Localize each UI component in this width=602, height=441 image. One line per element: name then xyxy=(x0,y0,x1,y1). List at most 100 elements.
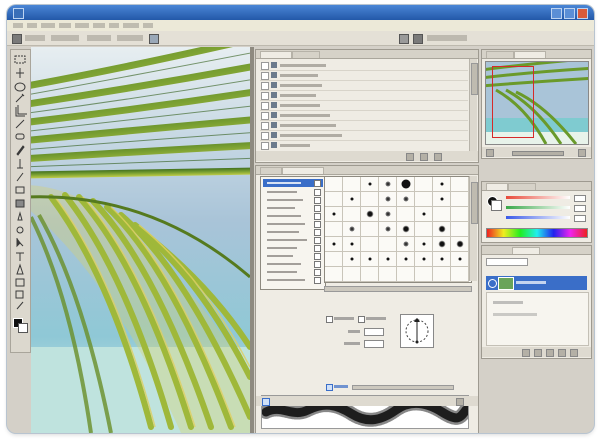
workspace-icon[interactable] xyxy=(399,34,409,44)
layer-row[interactable] xyxy=(493,301,523,304)
brush-tip-cell[interactable] xyxy=(343,192,361,207)
lock-checkbox[interactable] xyxy=(314,221,321,228)
history-checkbox[interactable] xyxy=(261,92,269,100)
zoom-slider[interactable] xyxy=(512,151,564,156)
angle-field[interactable] xyxy=(364,328,384,336)
green-slider[interactable] xyxy=(506,206,570,209)
mode-select[interactable] xyxy=(51,35,79,41)
brush-size-picker[interactable] xyxy=(25,35,45,41)
airbrush-icon[interactable] xyxy=(149,34,159,44)
brush-tip-cell[interactable] xyxy=(343,177,361,192)
lock-checkbox[interactable] xyxy=(314,277,321,284)
flow-field[interactable] xyxy=(117,35,143,41)
palette-well[interactable] xyxy=(427,35,467,41)
brush-tip-cell[interactable] xyxy=(451,192,469,207)
brush-preset-icon[interactable] xyxy=(262,398,270,406)
brush-tip-cell[interactable] xyxy=(325,237,343,252)
lock-checkbox[interactable] xyxy=(314,237,321,244)
brush-tip-cell[interactable] xyxy=(361,177,379,192)
brush-tip-cell[interactable] xyxy=(379,222,397,237)
brush-tip-cell[interactable] xyxy=(433,222,451,237)
lasso-icon[interactable] xyxy=(14,82,26,92)
tab-brushes[interactable] xyxy=(282,167,324,174)
fx-icon[interactable] xyxy=(534,349,542,357)
brush-tip-cell[interactable] xyxy=(397,207,415,222)
path-select-icon[interactable] xyxy=(16,238,24,248)
brush-preset-item[interactable] xyxy=(263,260,323,268)
lock-checkbox[interactable] xyxy=(314,253,321,260)
blue-slider[interactable] xyxy=(506,216,570,219)
brush-tip-cell[interactable] xyxy=(325,252,343,267)
brush-preset-item[interactable] xyxy=(263,228,323,236)
brush-tip-cell[interactable] xyxy=(361,222,379,237)
maximize-icon[interactable] xyxy=(564,8,575,19)
eraser-icon[interactable] xyxy=(15,186,25,194)
lock-checkbox[interactable] xyxy=(314,213,321,220)
layer-row[interactable] xyxy=(493,313,537,316)
brush-preset-item[interactable] xyxy=(263,204,323,212)
lock-checkbox[interactable] xyxy=(314,261,321,268)
type-icon[interactable] xyxy=(16,252,24,261)
lock-checkbox[interactable] xyxy=(314,189,321,196)
brush-tip-cell[interactable] xyxy=(343,207,361,222)
red-slider[interactable] xyxy=(506,196,570,199)
menu-image[interactable] xyxy=(41,23,55,28)
brush-tip-cell[interactable] xyxy=(361,267,379,282)
tab-info[interactable] xyxy=(514,51,546,58)
brush-tip-cell[interactable] xyxy=(325,177,343,192)
magic-wand-icon[interactable] xyxy=(15,93,25,103)
eyedropper-icon[interactable] xyxy=(16,301,24,310)
history-row[interactable] xyxy=(260,71,468,81)
brush-tip-cell[interactable] xyxy=(433,267,451,282)
brush-tip-cell[interactable] xyxy=(415,252,433,267)
brush-preset-item[interactable] xyxy=(263,196,323,204)
brush-tip-cell[interactable] xyxy=(451,252,469,267)
navigator-thumbnail[interactable] xyxy=(485,61,589,145)
menu-layer[interactable] xyxy=(59,23,71,28)
new-layer-icon[interactable] xyxy=(558,349,566,357)
healing-icon[interactable] xyxy=(15,133,25,140)
brush-tip-cell[interactable] xyxy=(343,267,361,282)
brush-tip-cell[interactable] xyxy=(361,207,379,222)
zoom-in-icon[interactable] xyxy=(578,149,586,157)
notes-icon[interactable] xyxy=(15,290,24,299)
brush-tip-cell[interactable] xyxy=(451,207,469,222)
eye-icon[interactable] xyxy=(488,279,497,288)
brush-tip-cell[interactable] xyxy=(397,222,415,237)
brush-tip-cell[interactable] xyxy=(433,207,451,222)
flip-y-checkbox[interactable] xyxy=(358,316,365,323)
brush-tip-cell[interactable] xyxy=(397,267,415,282)
brush-preset-item[interactable] xyxy=(263,244,323,252)
brush-tip-cell[interactable] xyxy=(361,237,379,252)
brush-tip-cell[interactable] xyxy=(451,267,469,282)
history-row[interactable] xyxy=(260,81,468,91)
brush-tip-cell[interactable] xyxy=(343,252,361,267)
brush-tip-cell[interactable] xyxy=(397,237,415,252)
lock-checkbox[interactable] xyxy=(314,197,321,204)
trash-icon[interactable] xyxy=(570,349,578,357)
red-value[interactable] xyxy=(574,195,586,202)
brush-grid-scrollbar[interactable] xyxy=(469,176,478,281)
menu-view[interactable] xyxy=(109,23,119,28)
tab-history[interactable] xyxy=(260,51,292,58)
history-checkbox[interactable] xyxy=(261,72,269,80)
history-checkbox[interactable] xyxy=(261,102,269,110)
navigator-viewbox[interactable] xyxy=(492,66,534,138)
menu-window[interactable] xyxy=(123,23,139,28)
brush-tip-cell[interactable] xyxy=(343,222,361,237)
brush-preset-item[interactable] xyxy=(263,236,323,244)
menu-select[interactable] xyxy=(75,23,89,28)
tab-swatches[interactable] xyxy=(508,183,536,190)
new-brush-icon[interactable] xyxy=(456,398,464,406)
menu-filter[interactable] xyxy=(93,23,105,28)
brush-tip-cell[interactable] xyxy=(379,237,397,252)
tab-layer-comps[interactable] xyxy=(260,167,282,174)
lock-checkbox[interactable] xyxy=(314,229,321,236)
brush-tip-cell[interactable] xyxy=(379,207,397,222)
brush-icon[interactable] xyxy=(16,145,25,156)
blur-icon[interactable] xyxy=(17,211,23,221)
menu-help[interactable] xyxy=(143,23,153,28)
background-color-swatch[interactable] xyxy=(18,323,28,333)
menu-file[interactable] xyxy=(13,23,23,28)
brush-tip-cell[interactable] xyxy=(415,207,433,222)
